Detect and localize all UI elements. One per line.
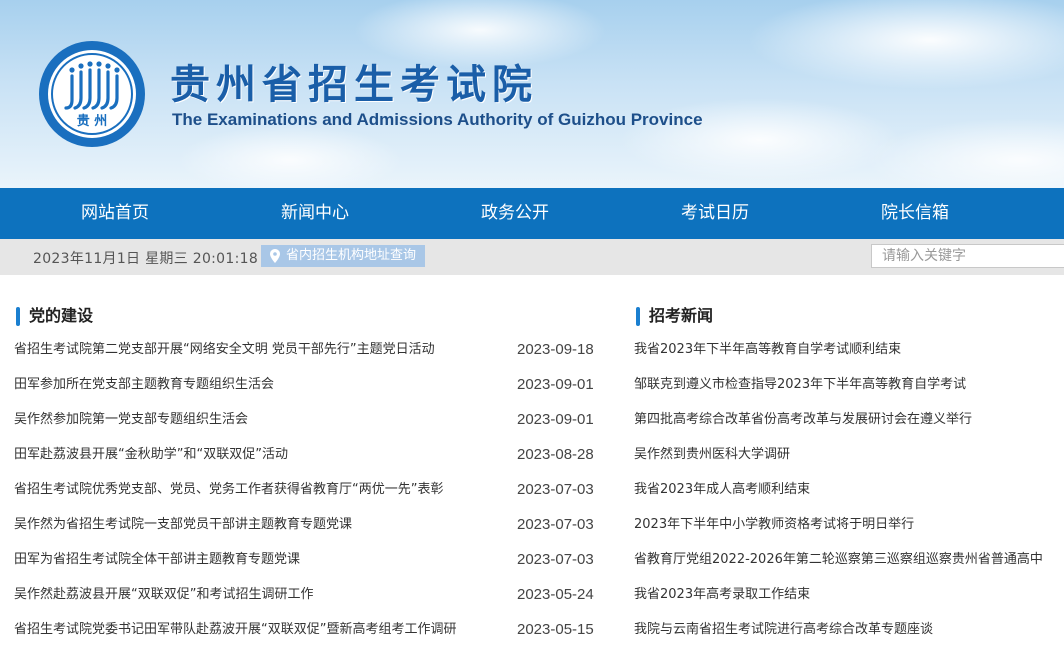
nav-item-news[interactable]: 新闻中心 xyxy=(215,188,415,239)
section-heading: 党的建设 xyxy=(14,300,604,334)
admission-news-section: 招考新闻 我省2023年下半年高等教育自学考试顺利结束 邹联克到遵义市检查指导2… xyxy=(634,300,1064,649)
list-item[interactable]: 省教育厅党组2022-2026年第二轮巡察第三巡察组巡察贵州省普通高中 xyxy=(634,544,1064,579)
news-title[interactable]: 我院与云南省招生考试院进行高考综合改革专题座谈 xyxy=(634,614,1064,645)
location-pin-icon xyxy=(270,249,280,263)
news-title[interactable]: 省教育厅党组2022-2026年第二轮巡察第三巡察组巡察贵州省普通高中 xyxy=(634,544,1064,575)
info-bar: 2023年11月1日 星期三 20:01:18 省内招生机构地址查询 xyxy=(0,239,1064,275)
admission-news-heading[interactable]: 招考新闻 xyxy=(649,306,713,325)
party-building-section: 党的建设 省招生考试院第二党支部开展“网络安全文明 党员干部先行”主题党日活动 2… xyxy=(14,300,604,649)
news-title[interactable]: 吴作然为省招生考试院一支部党员干部讲主题教育专题党课 xyxy=(14,509,509,540)
party-building-heading[interactable]: 党的建设 xyxy=(29,306,93,325)
news-date: 2023-07-03 xyxy=(517,481,594,498)
current-datetime: 2023年11月1日 星期三 20:01:18 xyxy=(33,251,259,267)
list-item[interactable]: 吴作然参加院第一党支部专题组织生活会 2023-09-01 xyxy=(14,404,604,439)
news-date: 2023-09-01 xyxy=(517,411,594,428)
news-date: 2023-07-03 xyxy=(517,551,594,568)
news-title[interactable]: 吴作然参加院第一党支部专题组织生活会 xyxy=(14,404,509,435)
list-item[interactable]: 省招生考试院优秀党支部、党员、党务工作者获得省教育厅“两优一先”表彰 2023-0… xyxy=(14,474,604,509)
list-item[interactable]: 吴作然赴荔波县开展“双联双促”和考试招生调研工作 2023-05-24 xyxy=(14,579,604,614)
logo-text: 贵 州 xyxy=(77,113,108,129)
news-title[interactable]: 省招生考试院优秀党支部、党员、党务工作者获得省教育厅“两优一先”表彰 xyxy=(14,474,509,505)
heading-accent-bar xyxy=(16,307,20,326)
site-title-en: The Examinations and Admissions Authorit… xyxy=(172,110,703,129)
news-title[interactable]: 第四批高考综合改革省份高考改革与发展研讨会在遵义举行 xyxy=(634,404,1064,435)
news-date: 2023-05-24 xyxy=(517,586,594,603)
news-title[interactable]: 邹联克到遵义市检查指导2023年下半年高等教育自学考试 xyxy=(634,369,1064,400)
nav-item-director-mailbox[interactable]: 院长信箱 xyxy=(815,188,1015,239)
news-title[interactable]: 省招生考试院党委书记田军带队赴荔波开展“双联双促”暨新高考组考工作调研 xyxy=(14,614,509,645)
nav-item-exam-calendar[interactable]: 考试日历 xyxy=(615,188,815,239)
news-title[interactable]: 田军参加所在党支部主题教育专题组织生活会 xyxy=(14,369,509,400)
news-date: 2023-09-01 xyxy=(517,376,594,393)
list-item[interactable]: 省招生考试院第二党支部开展“网络安全文明 党员干部先行”主题党日活动 2023-0… xyxy=(14,334,604,369)
list-item[interactable]: 田军赴荔波县开展“金秋助学”和“双联双促”活动 2023-08-28 xyxy=(14,439,604,474)
nav-item-home[interactable]: 网站首页 xyxy=(15,188,215,239)
list-item[interactable]: 我省2023年下半年高等教育自学考试顺利结束 xyxy=(634,334,1064,369)
news-title[interactable]: 我省2023年成人高考顺利结束 xyxy=(634,474,1064,505)
news-title[interactable]: 我省2023年下半年高等教育自学考试顺利结束 xyxy=(634,334,1064,365)
list-item[interactable]: 我省2023年成人高考顺利结束 xyxy=(634,474,1064,509)
address-query-link[interactable]: 省内招生机构地址查询 xyxy=(261,245,426,267)
news-title[interactable]: 吴作然到贵州医科大学调研 xyxy=(634,439,1064,470)
list-item[interactable]: 第四批高考综合改革省份高考改革与发展研讨会在遵义举行 xyxy=(634,404,1064,439)
nav-item-government-affairs[interactable]: 政务公开 xyxy=(415,188,615,239)
main-nav: 网站首页 新闻中心 政务公开 考试日历 院长信箱 xyxy=(0,188,1064,239)
news-title[interactable]: 省招生考试院第二党支部开展“网络安全文明 党员干部先行”主题党日活动 xyxy=(14,334,509,365)
section-heading: 招考新闻 xyxy=(634,300,1064,334)
list-item[interactable]: 我省2023年高考录取工作结束 xyxy=(634,579,1064,614)
news-date: 2023-09-18 xyxy=(517,341,594,358)
list-item[interactable]: 省招生考试院党委书记田军带队赴荔波开展“双联双促”暨新高考组考工作调研 2023-… xyxy=(14,614,604,649)
site-header: 贵 州 贵州省招生考试院 The Examinations and Admiss… xyxy=(0,0,1064,188)
heading-accent-bar xyxy=(636,307,640,326)
admission-news-list: 我省2023年下半年高等教育自学考试顺利结束 邹联克到遵义市检查指导2023年下… xyxy=(634,334,1064,649)
guizhou-exam-logo-icon[interactable]: 贵 州 xyxy=(36,38,148,150)
list-item[interactable]: 田军参加所在党支部主题教育专题组织生活会 2023-09-01 xyxy=(14,369,604,404)
list-item[interactable]: 2023年下半年中小学教师资格考试将于明日举行 xyxy=(634,509,1064,544)
list-item[interactable]: 吴作然为省招生考试院一支部党员干部讲主题教育专题党课 2023-07-03 xyxy=(14,509,604,544)
list-item[interactable]: 田军为省招生考试院全体干部讲主题教育专题党课 2023-07-03 xyxy=(14,544,604,579)
news-title[interactable]: 吴作然赴荔波县开展“双联双促”和考试招生调研工作 xyxy=(14,579,509,610)
news-date: 2023-07-03 xyxy=(517,516,594,533)
news-title[interactable]: 田军为省招生考试院全体干部讲主题教育专题党课 xyxy=(14,544,509,575)
search-input[interactable] xyxy=(871,244,1064,268)
news-date: 2023-08-28 xyxy=(517,446,594,463)
list-item[interactable]: 邹联克到遵义市检查指导2023年下半年高等教育自学考试 xyxy=(634,369,1064,404)
news-title[interactable]: 田军赴荔波县开展“金秋助学”和“双联双促”活动 xyxy=(14,439,509,470)
party-news-list: 省招生考试院第二党支部开展“网络安全文明 党员干部先行”主题党日活动 2023-0… xyxy=(14,334,604,649)
site-title-cn[interactable]: 贵州省招生考试院 xyxy=(170,52,538,110)
list-item[interactable]: 吴作然到贵州医科大学调研 xyxy=(634,439,1064,474)
news-date: 2023-05-15 xyxy=(517,621,594,638)
news-title[interactable]: 2023年下半年中小学教师资格考试将于明日举行 xyxy=(634,509,1064,540)
list-item[interactable]: 我院与云南省招生考试院进行高考综合改革专题座谈 xyxy=(634,614,1064,649)
news-title[interactable]: 我省2023年高考录取工作结束 xyxy=(634,579,1064,610)
address-query-label: 省内招生机构地址查询 xyxy=(286,248,417,263)
